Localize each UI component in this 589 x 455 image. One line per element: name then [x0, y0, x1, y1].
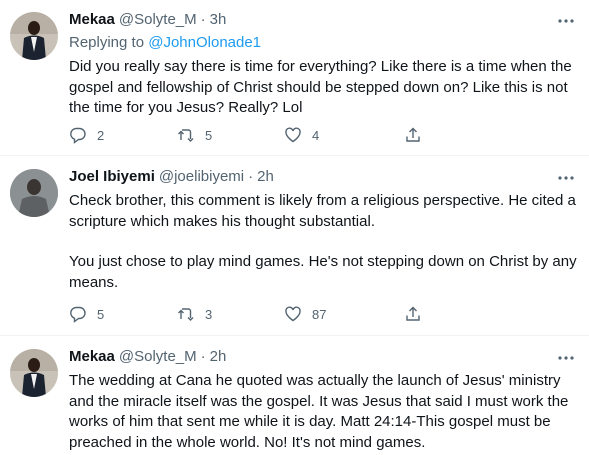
tweet[interactable]: Mekaa @Solyte_M · 2h The wedding at Cana… [0, 337, 589, 455]
more-options-icon[interactable] [557, 349, 575, 367]
avatar[interactable] [10, 349, 58, 397]
tweet-actions: 2 5 4 [69, 125, 509, 145]
share-icon [406, 306, 420, 321]
separator-dot: · [248, 168, 254, 185]
retweet-button[interactable]: 5 [177, 125, 212, 145]
timestamp[interactable]: 3h [210, 11, 227, 31]
reply-count: 5 [97, 306, 105, 322]
more-options-icon[interactable] [557, 12, 575, 30]
user-handle[interactable]: @Solyte_M [119, 11, 197, 31]
separator-dot: · [200, 348, 206, 365]
tweet[interactable]: Mekaa @Solyte_M · 3h Replying to @JohnOl… [0, 0, 589, 156]
timestamp[interactable]: 2h [210, 348, 227, 368]
heart-icon [285, 306, 301, 322]
more-options-icon[interactable] [557, 169, 575, 187]
display-name[interactable]: Joel Ibiyemi [69, 168, 155, 188]
reply-count: 2 [97, 127, 105, 143]
reply-icon [70, 306, 86, 323]
retweet-icon [178, 129, 194, 142]
like-button[interactable]: 87 [284, 304, 326, 324]
separator-dot: · [200, 11, 206, 28]
avatar[interactable] [10, 12, 58, 60]
display-name[interactable]: Mekaa [69, 348, 115, 368]
replying-to-label: Replying to [69, 34, 145, 51]
tweet-header: Mekaa @Solyte_M · 2h [69, 348, 226, 368]
replying-to-link[interactable]: @JohnOlonade1 [148, 34, 261, 51]
share-button[interactable] [404, 304, 422, 324]
avatar[interactable] [10, 169, 58, 217]
retweet-count: 5 [205, 127, 213, 143]
share-icon [406, 127, 420, 142]
tweet-actions: 5 3 87 [69, 304, 509, 324]
tweet-text-paragraph: You just chose to play mind games. He's … [69, 253, 577, 291]
like-count: 87 [312, 306, 327, 322]
user-handle[interactable]: @joelibiyemi [159, 168, 244, 188]
like-button[interactable]: 4 [284, 125, 319, 145]
retweet-count: 3 [205, 306, 213, 322]
tweet-text-paragraph: Check brother, this comment is likely fr… [69, 192, 576, 230]
retweet-button[interactable]: 3 [177, 304, 212, 324]
tweet-text: Check brother, this comment is likely fr… [69, 191, 577, 293]
tweet-text: Did you really say there is time for eve… [69, 58, 572, 116]
heart-icon [285, 127, 301, 143]
replying-to: Replying to @JohnOlonade1 [69, 34, 261, 51]
display-name[interactable]: Mekaa [69, 11, 115, 31]
reply-button[interactable]: 5 [69, 304, 104, 324]
user-handle[interactable]: @Solyte_M [119, 348, 197, 368]
tweet[interactable]: Joel Ibiyemi @joelibiyemi · 2h Check bro… [0, 157, 589, 336]
like-count: 4 [312, 127, 320, 143]
timestamp[interactable]: 2h [257, 168, 274, 188]
tweet-text: The wedding at Cana he quoted was actual… [69, 372, 569, 451]
retweet-icon [178, 308, 194, 321]
tweet-header: Joel Ibiyemi @joelibiyemi · 2h [69, 168, 274, 188]
share-button[interactable] [404, 125, 422, 145]
tweet-header: Mekaa @Solyte_M · 3h [69, 11, 226, 31]
reply-icon [70, 127, 86, 144]
reply-button[interactable]: 2 [69, 125, 104, 145]
